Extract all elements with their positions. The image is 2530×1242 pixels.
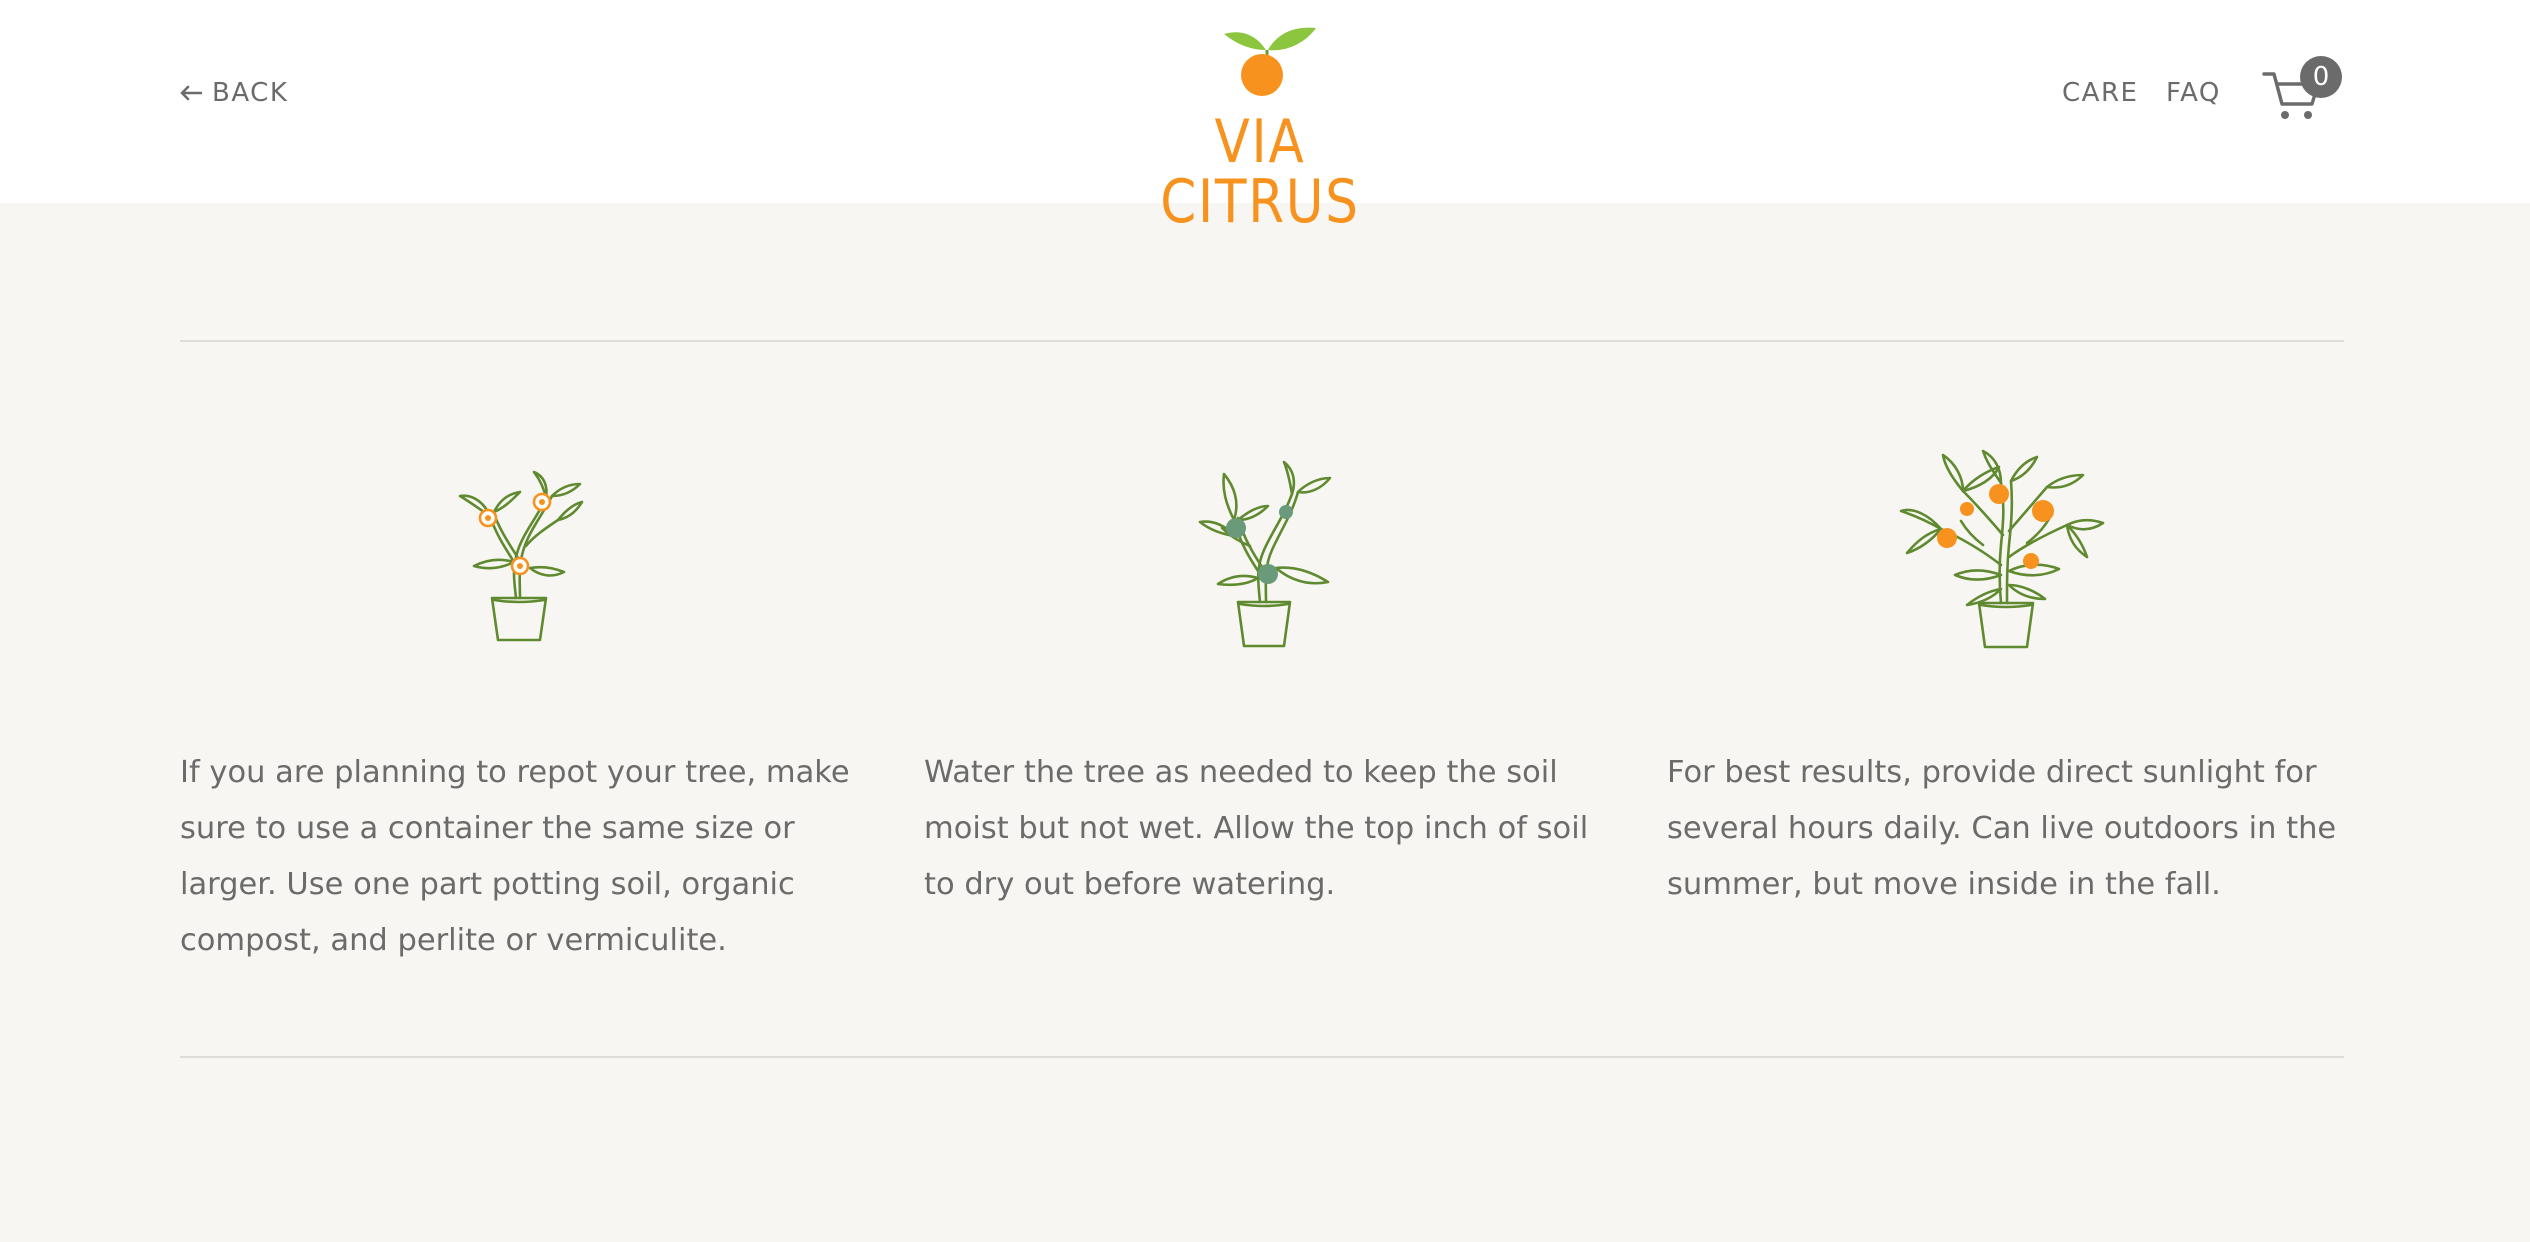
logo-text: VIA CITRUS [1160,107,1360,237]
flowering-plant-icon [458,470,584,642]
care-column-sunlight: For best results, provide direct sunligh… [1667,440,2357,1000]
orange-logo-icon [1224,27,1316,96]
cart-button[interactable]: 0 [2260,56,2342,128]
back-label: BACK [212,78,289,108]
orange-fruit-tree-icon [1899,449,2105,649]
back-link[interactable]: BACK [180,76,288,110]
cart-count-badge: 0 [2300,56,2342,98]
arrow-left-icon [180,85,202,101]
care-text-repot: If you are planning to repot your tree, … [180,755,850,958]
care-column-repot: If you are planning to repot your tree, … [180,440,870,1000]
site-logo[interactable]: VIA CITRUS [1110,22,1410,232]
section-divider-top [180,340,2344,342]
nav-care-link[interactable]: CARE [2062,76,2138,110]
care-column-water: Water the tree as needed to keep the soi… [924,440,1614,1000]
section-divider-bottom [180,1056,2344,1058]
care-text-water: Water the tree as needed to keep the soi… [924,755,1589,902]
green-fruit-plant-icon [1198,460,1332,648]
nav-faq-link[interactable]: FAQ [2166,76,2221,110]
site-header: BACK VIA CITRUS CARE FAQ 0 [0,0,2530,232]
care-text-sunlight: For best results, provide direct sunligh… [1667,755,2337,902]
